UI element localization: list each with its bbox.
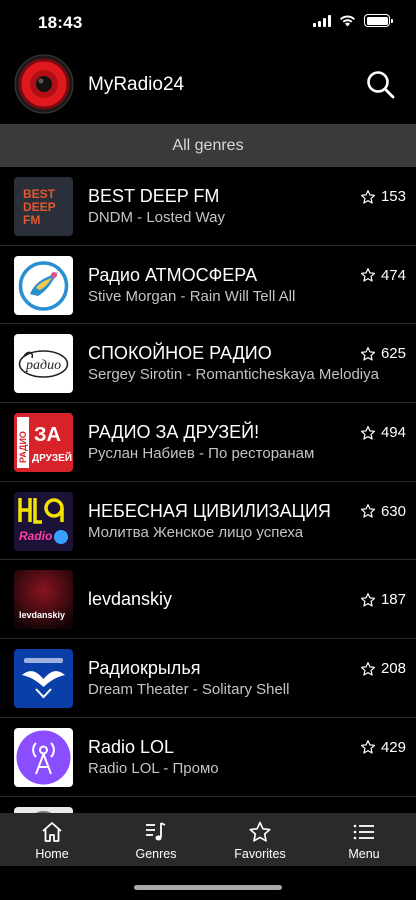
tab-label: Home	[35, 847, 69, 861]
station-item[interactable]: BEST DEEP FM BEST DEEP FM DNDM - Losted …	[0, 167, 416, 246]
radio-lol-logo	[14, 727, 73, 787]
star-icon	[249, 821, 271, 842]
station-name: Radio LOL	[88, 736, 175, 757]
svg-text:DEEP: DEEP	[23, 200, 56, 214]
station-name: Радио АТМОСФЕРА	[88, 264, 258, 285]
station-track: Sergey Sirotin - Romanticheskaya Melodiy…	[88, 366, 379, 384]
genre-filter[interactable]: All genres	[0, 124, 416, 167]
star-outline-icon	[360, 346, 376, 361]
home-indicator[interactable]	[134, 885, 282, 890]
cellular-signal-icon	[313, 14, 331, 27]
svg-text:FM: FM	[23, 213, 40, 227]
best-deep-fm-logo: BEST DEEP FM	[14, 177, 73, 236]
favorites-count: 625	[380, 345, 406, 363]
station-name: СПОКОЙНОЕ РАДИО	[88, 343, 272, 364]
station-item[interactable]: радио СПОКОЙНОЕ РАДИО Sergey Sirotin - R…	[0, 324, 416, 404]
favorites-count: 208	[380, 660, 406, 678]
status-icons	[313, 14, 393, 27]
svg-text:Radio: Radio	[19, 529, 52, 543]
svg-text:ЗА: ЗА	[34, 424, 61, 446]
levdanskiy-logo: levdanskiy	[14, 570, 73, 630]
station-favorites[interactable]: 429	[360, 739, 406, 756]
station-name: НЕБЕСНАЯ ЦИВИЛИЗАЦИЯ	[88, 500, 331, 521]
station-track: DNDM - Losted Way	[88, 209, 225, 226]
radiokrylya-logo	[14, 649, 73, 709]
station-item-partial[interactable]	[0, 797, 416, 813]
spokoinoe-radio-logo: радио	[14, 334, 73, 394]
station-favorites[interactable]: 208	[360, 660, 406, 677]
menu-list-icon	[353, 824, 374, 840]
station-track: Руслан Набиев - По ресторанам	[88, 445, 315, 463]
radio-atmosfera-logo	[14, 255, 73, 315]
tab-label: Favorites	[234, 847, 286, 861]
star-outline-icon	[360, 661, 376, 676]
tab-favorites[interactable]: Favorites	[208, 813, 312, 866]
favorites-count: 494	[380, 424, 406, 442]
tab-genres[interactable]: Genres	[104, 813, 208, 866]
tab-menu[interactable]: Menu	[312, 813, 416, 866]
svg-text:BEST: BEST	[23, 187, 56, 201]
star-outline-icon	[360, 504, 376, 518]
favorites-count: 429	[380, 738, 406, 756]
station-favorites[interactable]: 625	[360, 345, 406, 362]
battery-icon	[364, 14, 393, 27]
favorites-count: 187	[380, 591, 406, 609]
station-item[interactable]: levdanskiy levdanskiy 187	[0, 560, 416, 640]
station-name: BEST DEEP FM	[88, 186, 220, 206]
favorites-count: 474	[380, 266, 406, 284]
home-icon	[42, 822, 62, 842]
station-track: Молитва Женское лицо успеха	[88, 523, 304, 541]
wifi-icon	[340, 15, 355, 27]
station-favorites[interactable]: 187	[360, 591, 406, 608]
app-header: MyRadio24	[0, 48, 416, 124]
station-item[interactable]: Радиокрылья Dream Theater - Solitary She…	[0, 639, 416, 718]
speaker-logo-icon	[14, 54, 74, 114]
tab-label: Menu	[348, 847, 380, 861]
star-outline-icon	[360, 268, 376, 282]
station-item[interactable]: Радио АТМОСФЕРА Stive Morgan - Rain Will…	[0, 246, 416, 325]
nebesnaya-civilizaciya-logo: Radio	[14, 491, 73, 551]
app-title: MyRadio24	[88, 74, 185, 95]
star-outline-icon	[360, 740, 376, 754]
status-bar: 18:43	[0, 0, 416, 48]
radio-za-druzei-logo: РАДИО ЗА ДРУЗЕЙ	[14, 413, 73, 473]
star-outline-icon	[360, 425, 376, 440]
station-track: Stive Morgan - Rain Will Tell All	[88, 287, 296, 305]
station-favorites[interactable]: 494	[360, 424, 406, 441]
station-name: РАДИО ЗА ДРУЗЕЙ!	[88, 422, 260, 443]
status-time: 18:43	[38, 13, 83, 32]
svg-text:ДРУЗЕЙ: ДРУЗЕЙ	[32, 451, 72, 464]
station-track: Dream Theater - Solitary Shell	[88, 681, 290, 699]
station-favorites[interactable]: 474	[360, 267, 406, 284]
tab-home[interactable]: Home	[0, 813, 104, 866]
station-favorites[interactable]: 630	[360, 503, 406, 520]
station-item[interactable]: Radio LOL Radio LOL - Промо 429	[0, 718, 416, 797]
star-outline-icon	[360, 593, 376, 607]
tab-label: Genres	[135, 847, 177, 861]
favorites-count: 153	[380, 188, 406, 205]
station-item[interactable]: Radio НЕБЕСНАЯ ЦИВИЛИЗАЦИЯ Молитва Женск…	[0, 482, 416, 561]
station-track: Radio LOL - Промо	[88, 759, 219, 777]
favorites-count: 630	[380, 502, 406, 520]
star-outline-icon	[360, 189, 376, 204]
svg-text:радио: радио	[25, 358, 61, 373]
station-item[interactable]: РАДИО ЗА ДРУЗЕЙ РАДИО ЗА ДРУЗЕЙ! Руслан …	[0, 403, 416, 482]
station-list[interactable]: BEST DEEP FM BEST DEEP FM DNDM - Losted …	[0, 167, 416, 813]
station-name: levdanskiy	[88, 589, 173, 610]
station-name: Радиокрылья	[88, 658, 201, 679]
svg-text:РАДИО: РАДИО	[18, 431, 28, 463]
tab-bar: Home Genres Favorites Menu	[0, 813, 416, 866]
station-favorites[interactable]: 153	[360, 188, 406, 205]
music-notes-icon	[146, 822, 166, 841]
search-button[interactable]	[364, 68, 398, 102]
svg-text:levdanskiy: levdanskiy	[19, 610, 65, 620]
